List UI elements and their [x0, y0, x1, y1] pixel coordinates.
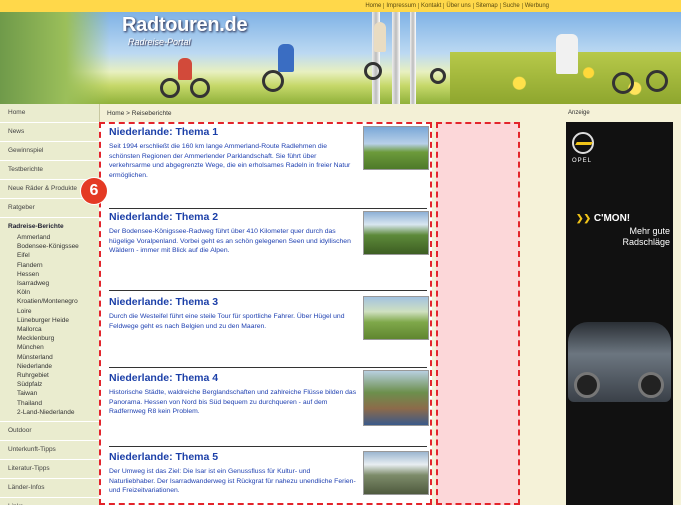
article-text: Der Bodensee-Königssee-Radweg führt über… — [109, 228, 351, 254]
sidebar-item-radreise-berichte[interactable]: Radreise-Berichte — [0, 218, 99, 233]
topnav-link-kontakt[interactable]: Kontakt — [418, 3, 444, 9]
bike-wheel-icon — [160, 78, 180, 98]
separator — [109, 290, 427, 291]
sidebar-item-isarradweg[interactable]: Isarradweg — [0, 279, 99, 288]
sidebar-item-mallorca[interactable]: Mallorca — [0, 325, 99, 334]
cyclist-figure — [374, 22, 386, 52]
double-chevron-icon: ❯❯ — [576, 213, 592, 223]
article-thumbnail[interactable] — [363, 451, 429, 495]
topnav-link-sitemap[interactable]: Sitemap — [472, 3, 500, 9]
top-navigation: Home Impressum Kontakt Über uns Sitemap Suche… — [0, 0, 681, 12]
banner-birch-tree — [392, 12, 400, 104]
sidebar-item-ammerland[interactable]: Ammerland — [0, 233, 99, 242]
article-thumbnail[interactable] — [363, 370, 429, 426]
sidebar-item-bodensee-königssee[interactable]: Bodensee-Königssee — [0, 242, 99, 251]
sidebar-item-links[interactable]: Links — [0, 498, 99, 505]
sidebar-item-testberichte[interactable]: Testberichte — [0, 161, 99, 180]
topnav-link-über-uns[interactable]: Über uns — [443, 3, 473, 9]
sidebar-item-ratgeber[interactable]: Ratgeber — [0, 199, 99, 218]
article-thumbnail[interactable] — [363, 211, 429, 255]
separator — [109, 446, 427, 447]
sidebar-item-unterkunft-tipps[interactable]: Unterkunft-Tipps — [0, 441, 99, 461]
woman-figure — [556, 34, 578, 74]
bike-wheel-icon — [262, 70, 284, 92]
topnav-link-suche[interactable]: Suche — [499, 3, 522, 9]
ad-headline-text: C'MON! — [593, 213, 631, 224]
car-wheel-icon — [638, 372, 664, 398]
banner-birch-tree — [410, 12, 416, 104]
sidebar-item-eifel[interactable]: Eifel — [0, 251, 99, 260]
car-image — [568, 322, 671, 402]
bike-wheel-icon — [430, 68, 446, 84]
article-item[interactable]: Niederlande: Thema 2 Der Bodensee-Königs… — [109, 211, 429, 256]
article-thumbnail[interactable] — [363, 126, 429, 170]
empty-highlight-column — [436, 122, 520, 505]
article-item[interactable]: Niederlande: Thema 3 Durch die Westeifel… — [109, 296, 429, 340]
sidebar-item-münchen[interactable]: München — [0, 343, 99, 352]
opel-advertisement[interactable]: OPEL ❯❯ C'MON! Mehr gute Radschläge — [566, 122, 673, 505]
article-text: Der Umweg ist das Ziel: Die Isar ist ein… — [109, 468, 356, 494]
sidebar-item-home[interactable]: Home — [0, 104, 99, 123]
bike-wheel-icon — [364, 62, 382, 80]
ad-headline: ❯❯ C'MON! — [576, 212, 671, 225]
sidebar-item-taiwan[interactable]: Taiwan — [0, 389, 99, 398]
bike-wheel-icon — [612, 72, 634, 94]
article-text: Historische Städte, waldreiche Berglands… — [109, 389, 357, 415]
article-item[interactable]: Niederlande: Thema 1 Seit 1994 erschließ… — [109, 126, 429, 180]
sidebar-item-2-land-niederlande[interactable]: 2-Land-Niederlande — [0, 408, 99, 417]
banner-trees — [0, 12, 110, 104]
sidebar-item-mecklenburg[interactable]: Mecklenburg — [0, 334, 99, 343]
bike-wheel-icon — [646, 70, 668, 92]
car-wheel-icon — [574, 372, 600, 398]
article-text: Seit 1994 erschließt die 160 km lange Am… — [109, 143, 351, 179]
site-tagline: Radreise-Portal — [128, 37, 191, 47]
ad-label: Anzeige — [568, 110, 590, 116]
ad-brand: OPEL — [572, 158, 593, 164]
sidebar-item-literatur-tipps[interactable]: Literatur-Tipps — [0, 460, 99, 480]
bike-wheel-icon — [190, 78, 210, 98]
sidebar-item-loire[interactable]: Loire — [0, 307, 99, 316]
sidebar: Home News Gewinnspiel Testberichte Neue Räde… — [0, 104, 100, 505]
cyclist-figure — [278, 44, 294, 72]
sidebar-item-flandern[interactable]: Flandern — [0, 261, 99, 270]
sidebar-item-münsterland[interactable]: Münsterland — [0, 353, 99, 362]
sidebar-item-südpfalz[interactable]: Südpfalz — [0, 380, 99, 389]
step-number-badge: 6 — [81, 178, 107, 204]
sidebar-item-hessen[interactable]: Hessen — [0, 270, 99, 279]
cyclist-figure — [178, 58, 192, 80]
sidebar-item-länder-infos[interactable]: Länder-Infos — [0, 479, 99, 499]
article-text: Durch die Westeifel führt eine steile To… — [109, 313, 345, 330]
opel-logo-icon — [572, 132, 594, 154]
sidebar-item-news[interactable]: News — [0, 123, 99, 142]
article-item[interactable]: Niederlande: Thema 5 Der Umweg ist das Z… — [109, 451, 429, 496]
site-logo[interactable]: Radtouren.de — [122, 14, 248, 37]
breadcrumb[interactable]: Home > Reiseberichte — [107, 110, 172, 117]
header-banner: Radtouren.de Radreise-Portal — [0, 12, 681, 104]
topnav-link-home[interactable]: Home — [363, 3, 383, 9]
sidebar-item-gewinnspiel[interactable]: Gewinnspiel — [0, 142, 99, 161]
sidebar-item-lüneburger-heide[interactable]: Lüneburger Heide — [0, 316, 99, 325]
separator — [109, 208, 427, 209]
topnav-link-werbung[interactable]: Werbung — [521, 3, 551, 9]
sidebar-item-kroatien-montenegro[interactable]: Kroatien/Montenegro — [0, 297, 99, 306]
sidebar-item-niederlande[interactable]: Niederlande — [0, 362, 99, 371]
sidebar-item-thailand[interactable]: Thailand — [0, 399, 99, 408]
article-list: Niederlande: Thema 1 Seit 1994 erschließ… — [99, 122, 432, 505]
sidebar-item-köln[interactable]: Köln — [0, 288, 99, 297]
article-item[interactable]: Niederlande: Thema 4 Historische Städte,… — [109, 370, 429, 426]
ad-subline: Mehr gute Radschläge — [622, 226, 670, 247]
topnav-link-impressum[interactable]: Impressum — [383, 3, 418, 9]
article-thumbnail[interactable] — [363, 296, 429, 340]
separator — [109, 367, 427, 368]
sidebar-item-ruhrgebiet[interactable]: Ruhrgebiet — [0, 371, 99, 380]
sidebar-item-outdoor[interactable]: Outdoor — [0, 422, 99, 442]
